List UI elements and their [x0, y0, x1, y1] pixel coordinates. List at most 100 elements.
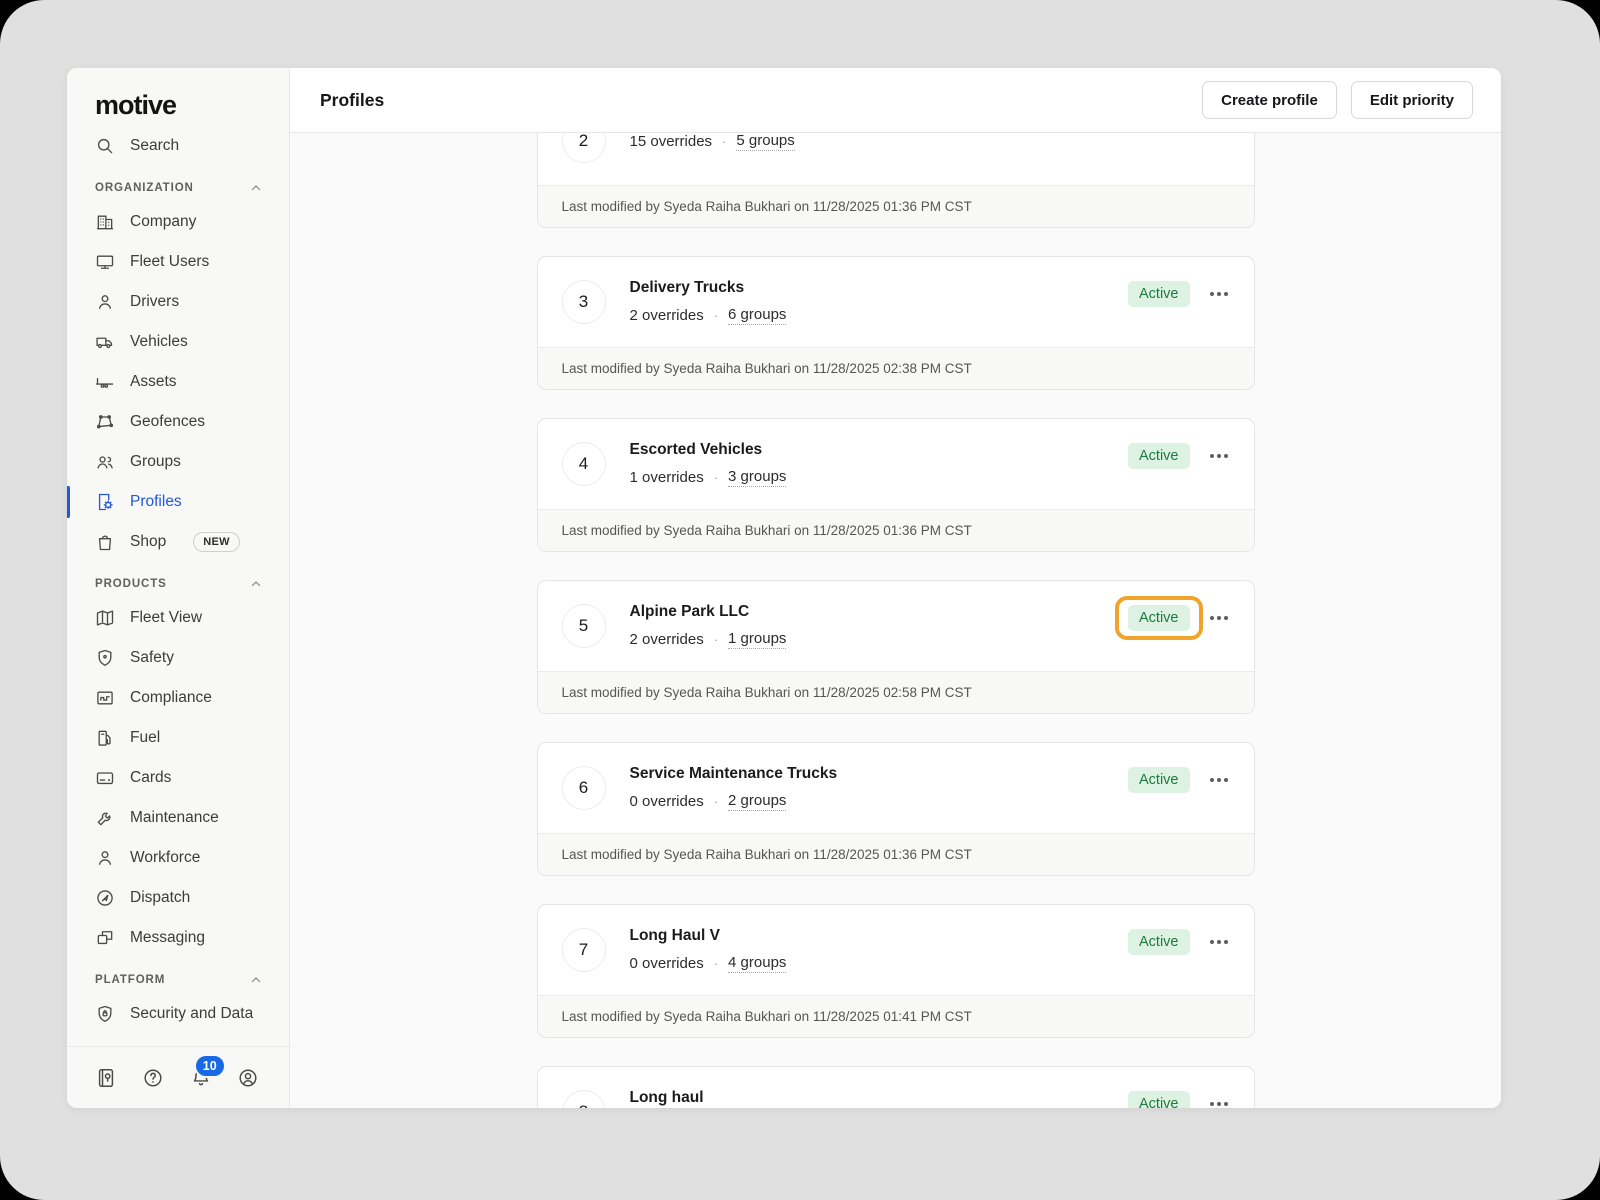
status-badge: Active: [1128, 929, 1190, 955]
last-modified-text: Last modified by Syeda Raiha Bukhari on …: [538, 833, 1254, 875]
last-modified-text: Last modified by Syeda Raiha Bukhari on …: [538, 995, 1254, 1037]
sidebar-item-company[interactable]: Company: [67, 202, 289, 242]
overrides-count: 0 overrides: [630, 955, 704, 972]
ellipsis-menu-icon[interactable]: [1208, 1098, 1230, 1108]
priority-number: 4: [562, 442, 606, 486]
sidebar-item-label: Shop: [130, 533, 166, 551]
fuel-pump-icon: [95, 728, 115, 748]
sidebar-item-groups[interactable]: Groups: [67, 442, 289, 482]
sidebar-item-security-and-data[interactable]: Security and Data: [67, 994, 289, 1034]
groups-count[interactable]: 6 groups: [728, 306, 786, 325]
status-badge: Active: [1128, 281, 1190, 307]
overrides-count: 15 overrides: [630, 133, 713, 150]
create-profile-button[interactable]: Create profile: [1202, 81, 1337, 119]
person-icon: [95, 292, 115, 312]
edit-priority-button[interactable]: Edit priority: [1351, 81, 1473, 119]
search-icon: [95, 136, 115, 156]
priority-number: 6: [562, 766, 606, 810]
screenshot-frame: motive Search ORGANIZATION Company Fleet…: [0, 0, 1600, 1200]
overrides-count: 2 overrides: [630, 631, 704, 648]
sidebar-item-profiles[interactable]: Profiles: [67, 482, 289, 522]
sidebar-item-maintenance[interactable]: Maintenance: [67, 798, 289, 838]
sidebar-item-fleet-users[interactable]: Fleet Users: [67, 242, 289, 282]
sidebar-item-workforce[interactable]: Workforce: [67, 838, 289, 878]
last-modified-text: Last modified by Syeda Raiha Bukhari on …: [538, 509, 1254, 551]
meta-separator: ·: [714, 308, 718, 323]
sidebar-item-cards[interactable]: Cards: [67, 758, 289, 798]
groups-count[interactable]: 2 groups: [728, 792, 786, 811]
motive-logo: motive: [67, 68, 289, 126]
sidebar-item-drivers[interactable]: Drivers: [67, 282, 289, 322]
main-area: Profiles Create profile Edit priority 2 …: [290, 68, 1501, 1108]
sidebar-item-label: Workforce: [130, 849, 200, 867]
status-badge: Active: [1128, 443, 1190, 469]
status-badge: Active: [1128, 1091, 1190, 1108]
sidebar-item-label: Geofences: [130, 413, 205, 431]
meta-separator: ·: [714, 470, 718, 485]
sidebar-item-label: Compliance: [130, 689, 212, 707]
account-icon: [237, 1067, 259, 1089]
trailer-icon: [95, 372, 115, 392]
profile-card: 7 Long Haul V 0 overrides · 4 groups Act…: [537, 904, 1255, 1038]
app-window: motive Search ORGANIZATION Company Fleet…: [67, 68, 1501, 1108]
sidebar-item-fleet-view[interactable]: Fleet View: [67, 598, 289, 638]
priority-number: 8: [562, 1090, 606, 1108]
notifications-button[interactable]: 10: [190, 1067, 212, 1089]
overrides-count: 2 overrides: [630, 307, 704, 324]
sidebar-item-compliance[interactable]: Compliance: [67, 678, 289, 718]
groups-count[interactable]: 1 groups: [728, 630, 786, 649]
sidebar-item-fuel[interactable]: Fuel: [67, 718, 289, 758]
priority-number: 5: [562, 604, 606, 648]
sidebar-item-messaging[interactable]: Messaging: [67, 918, 289, 958]
resources-button[interactable]: [95, 1067, 117, 1089]
wrench-icon: [95, 808, 115, 828]
ellipsis-menu-icon[interactable]: [1208, 288, 1230, 300]
new-badge: NEW: [193, 532, 240, 552]
section-organization[interactable]: ORGANIZATION: [67, 166, 289, 202]
sidebar-item-label: Assets: [130, 373, 177, 391]
overrides-count: 0 overrides: [630, 793, 704, 810]
sidebar-item-shop[interactable]: Shop NEW: [67, 522, 289, 562]
shield-icon: [95, 648, 115, 668]
ellipsis-menu-icon[interactable]: [1208, 450, 1230, 462]
ellipsis-menu-icon[interactable]: [1208, 774, 1230, 786]
section-label: PLATFORM: [95, 974, 165, 986]
meta-separator: ·: [714, 956, 718, 971]
sidebar-item-geofences[interactable]: Geofences: [67, 402, 289, 442]
last-modified-text: Last modified by Syeda Raiha Bukhari on …: [538, 671, 1254, 713]
ellipsis-menu-icon[interactable]: [1208, 612, 1230, 624]
groups-count[interactable]: 5 groups: [736, 133, 794, 151]
sidebar-item-vehicles[interactable]: Vehicles: [67, 322, 289, 362]
groups-count[interactable]: 4 groups: [728, 954, 786, 973]
directory-icon: [95, 1067, 117, 1089]
people-icon: [95, 452, 115, 472]
sidebar-item-label: Drivers: [130, 293, 179, 311]
ellipsis-menu-icon[interactable]: [1208, 936, 1230, 948]
profile-card: 8 Long haul 0 overrides · 3 groups Activ…: [537, 1066, 1255, 1108]
status-badge: Active: [1128, 767, 1190, 793]
sidebar-item-assets[interactable]: Assets: [67, 362, 289, 402]
account-button[interactable]: [237, 1067, 259, 1089]
sidebar-footer: 10: [67, 1046, 289, 1108]
section-products[interactable]: PRODUCTS: [67, 562, 289, 598]
groups-count[interactable]: 3 groups: [728, 468, 786, 487]
sidebar-item-label: Security and Data: [130, 1005, 253, 1023]
profile-card: 3 Delivery Trucks 2 overrides · 6 groups…: [537, 256, 1255, 390]
profile-name: Service Maintenance Trucks: [630, 765, 838, 783]
help-button[interactable]: [142, 1067, 164, 1089]
chart-icon: [95, 688, 115, 708]
profile-card: 2 15 overrides · 5 groups Last modified …: [537, 133, 1255, 228]
meta-separator: ·: [714, 794, 718, 809]
sidebar-item-label: Dispatch: [130, 889, 190, 907]
geofence-icon: [95, 412, 115, 432]
profile-name: Delivery Trucks: [630, 279, 787, 297]
sidebar-item-label: Cards: [130, 769, 171, 787]
section-platform[interactable]: PLATFORM: [67, 958, 289, 994]
help-icon: [142, 1067, 164, 1089]
sidebar-item-dispatch[interactable]: Dispatch: [67, 878, 289, 918]
profile-card: 4 Escorted Vehicles 1 overrides · 3 grou…: [537, 418, 1255, 552]
sidebar-item-safety[interactable]: Safety: [67, 638, 289, 678]
profile-name: Alpine Park LLC: [630, 603, 787, 621]
search-button[interactable]: Search: [67, 126, 289, 166]
search-label: Search: [130, 137, 179, 155]
